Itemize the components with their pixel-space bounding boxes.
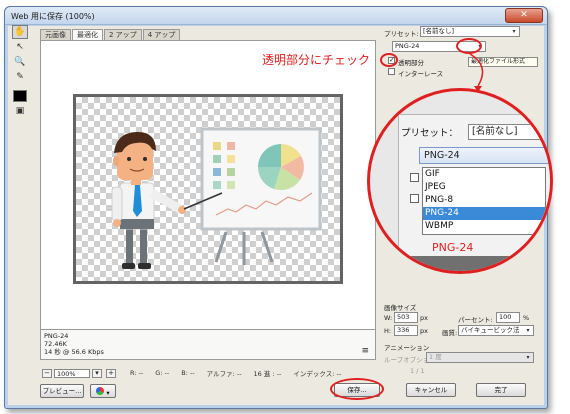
callout-preset-label: プリセット： <box>401 128 459 139</box>
callout-checkbox-2 <box>410 194 419 203</box>
format-options-list[interactable]: GIF JPEG PNG-8 PNG-24 WBMP <box>422 167 546 235</box>
format-option-png8[interactable]: PNG-8 <box>423 194 545 207</box>
callout-checkbox-1 <box>410 173 419 182</box>
arrow-curve <box>469 53 484 87</box>
format-option-wbmp[interactable]: WBMP <box>423 220 545 233</box>
callout-content: プリセット： [名前なし] PNG-24 GIF JPEG PNG-8 PNG-… <box>370 91 550 271</box>
format-option-jpeg[interactable]: JPEG <box>423 181 545 194</box>
zoom-callout: プリセット： [名前なし] PNG-24 GIF JPEG PNG-8 PNG-… <box>367 88 553 274</box>
callout-preset-value: [名前なし] <box>468 124 550 140</box>
callout-caption: PNG-24 <box>432 241 474 254</box>
format-option-gif[interactable]: GIF <box>423 168 545 181</box>
format-option-png24[interactable]: PNG-24 <box>423 207 545 220</box>
callout-format-select[interactable]: PNG-24 <box>419 147 549 164</box>
